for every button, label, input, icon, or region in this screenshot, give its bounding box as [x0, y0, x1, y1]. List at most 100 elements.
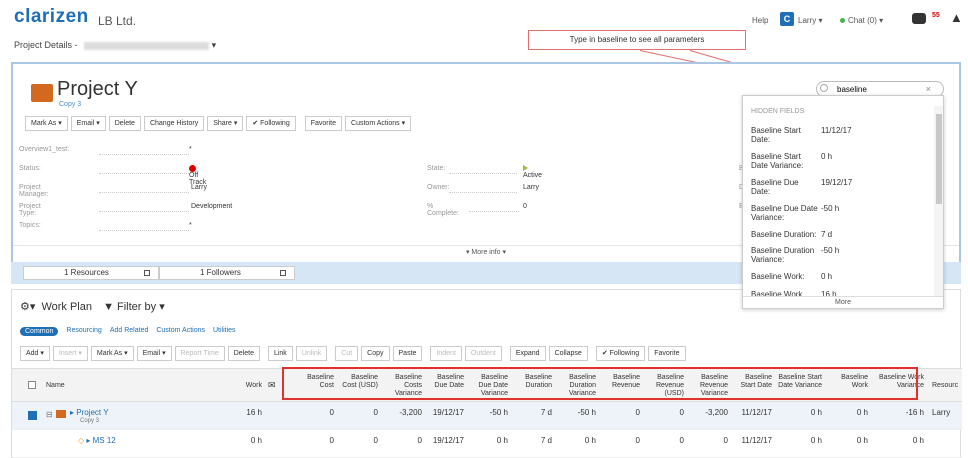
- mark-as-button[interactable]: Mark As ▾: [25, 116, 68, 131]
- grid-cell[interactable]: 19/12/17: [424, 408, 464, 417]
- grid-cell[interactable]: -50 h: [556, 408, 596, 417]
- select-all-checkbox[interactable]: [28, 381, 36, 389]
- favorite-button[interactable]: Favorite: [304, 116, 343, 131]
- column-resource[interactable]: Resourc: [932, 382, 958, 390]
- grid-cell[interactable]: -3,200: [382, 408, 422, 417]
- grid-cell[interactable]: 0: [294, 408, 334, 417]
- warning-icon[interactable]: ▲: [950, 10, 963, 25]
- delete-button[interactable]: Delete: [108, 116, 141, 131]
- grid-cell[interactable]: -3,200: [688, 408, 728, 417]
- tab-add-related[interactable]: Add Related: [110, 327, 149, 336]
- notifications-icon[interactable]: 55: [932, 12, 945, 26]
- toolbar-button[interactable]: Indent: [430, 346, 462, 361]
- more-link[interactable]: More: [743, 296, 943, 306]
- grid-cell[interactable]: 7 d: [512, 408, 552, 417]
- toolbar-button[interactable]: Mark As ▾: [90, 346, 134, 361]
- grid-cell[interactable]: 0: [338, 408, 378, 417]
- toolbar-button[interactable]: Insert ▾: [52, 346, 88, 361]
- grid-cell[interactable]: 11/12/17: [732, 436, 772, 445]
- grid-cell[interactable]: 0 h: [468, 436, 508, 445]
- toolbar-button[interactable]: ✔ Following: [595, 346, 646, 361]
- work-value[interactable]: 16 h: [222, 408, 262, 417]
- tab-resourcing[interactable]: Resourcing: [66, 327, 101, 336]
- grid-cell[interactable]: 0 h: [874, 436, 924, 445]
- column-work[interactable]: Work: [222, 382, 262, 390]
- following-button[interactable]: ✔ Following: [246, 116, 296, 131]
- user-avatar-icon[interactable]: C: [780, 12, 794, 26]
- table-row[interactable]: ◇ ▸ MS 12 0 h 0 0 0 19/12/17 0 h7 d0 h 0 0 0 11/…: [12, 430, 962, 458]
- grid-cell[interactable]: 0 h: [776, 408, 822, 417]
- field-input[interactable]: [99, 165, 189, 174]
- grid-cell[interactable]: 0: [338, 436, 378, 445]
- toolbar-button[interactable]: Expand: [509, 346, 546, 361]
- table-row[interactable]: ⊟ ▸ Project Y Copy 3 16 h Larry 0 0 -3,200…: [12, 402, 962, 430]
- search-input[interactable]: baseline: [837, 85, 867, 94]
- collapse-icon[interactable]: ⊟: [46, 410, 53, 419]
- tab-utilities[interactable]: Utilities: [213, 327, 236, 336]
- toolbar-button[interactable]: Unlink: [295, 346, 328, 361]
- toolbar-button[interactable]: Collapse: [548, 346, 588, 361]
- field-input[interactable]: [99, 203, 189, 212]
- share-button[interactable]: Share ▾: [207, 116, 244, 131]
- field-input[interactable]: [99, 184, 189, 193]
- grid-cell[interactable]: 7 d: [512, 436, 552, 445]
- change-history-button[interactable]: Change History: [143, 116, 205, 131]
- discussions-icon[interactable]: [912, 13, 926, 24]
- toolbar-button[interactable]: Link: [267, 346, 293, 361]
- toolbar-button[interactable]: Copy: [361, 346, 390, 361]
- grid-cell[interactable]: 0 h: [776, 436, 822, 445]
- breadcrumb[interactable]: Project Details - ▾: [14, 40, 216, 51]
- grid-cell[interactable]: 0: [600, 436, 640, 445]
- field-input[interactable]: [449, 184, 517, 193]
- filter-by-menu[interactable]: Filter by ▾: [117, 301, 165, 313]
- project-copy-link[interactable]: Copy 3: [59, 101, 81, 108]
- grid-cell[interactable]: 19/12/17: [424, 436, 464, 445]
- toolbar-button[interactable]: Report Time: [174, 346, 225, 361]
- toolbar-button[interactable]: Outdent: [464, 346, 502, 361]
- chevron-down-icon[interactable]: ▾: [212, 40, 217, 50]
- user-menu[interactable]: Larry ▾: [798, 16, 822, 25]
- field-input[interactable]: [449, 165, 517, 174]
- grid-cell[interactable]: 0: [600, 408, 640, 417]
- chat-menu[interactable]: Chat (0) ▾: [840, 16, 883, 25]
- grid-cell[interactable]: 0: [644, 436, 684, 445]
- task-name-link[interactable]: ◇ ▸ MS 12: [78, 436, 116, 445]
- help-link[interactable]: Help: [752, 16, 768, 25]
- toolbar-button[interactable]: Favorite: [648, 346, 686, 361]
- grid-cell[interactable]: 0: [688, 436, 728, 445]
- field-input[interactable]: [469, 203, 519, 212]
- toolbar-button[interactable]: Delete: [227, 346, 260, 361]
- work-value[interactable]: 0 h: [222, 436, 262, 445]
- row-checkbox[interactable]: [28, 411, 37, 420]
- grid-cell[interactable]: 0 h: [828, 408, 868, 417]
- task-name-link[interactable]: ▸ Project Y: [70, 408, 109, 417]
- tab-custom-actions[interactable]: Custom Actions: [156, 327, 205, 336]
- grid-cell[interactable]: 0: [294, 436, 334, 445]
- filter-icon[interactable]: ▼: [103, 301, 114, 313]
- toolbar-button[interactable]: Cut: [335, 346, 359, 361]
- toolbar-button[interactable]: Email ▾: [136, 346, 172, 361]
- grid-cell[interactable]: 0 h: [556, 436, 596, 445]
- column-name[interactable]: Name: [46, 382, 65, 390]
- resources-button[interactable]: 1 Resources: [23, 266, 159, 280]
- resource-value[interactable]: Larry: [932, 408, 950, 417]
- email-button[interactable]: Email ▾: [70, 116, 106, 131]
- toolbar-button[interactable]: Paste: [392, 346, 423, 361]
- clear-icon[interactable]: ×: [926, 84, 931, 94]
- grid-cell[interactable]: 0 h: [828, 436, 868, 445]
- grid-cell[interactable]: -50 h: [468, 408, 508, 417]
- toolbar-button[interactable]: Add ▾: [20, 346, 50, 361]
- clarizen-logo[interactable]: clarizen: [14, 6, 89, 28]
- scrollbar-thumb[interactable]: [936, 114, 942, 204]
- tab-common[interactable]: Common: [20, 327, 59, 336]
- grid-cell[interactable]: 0: [644, 408, 684, 417]
- custom-actions-button[interactable]: Custom Actions ▾: [345, 116, 412, 131]
- grid-cell[interactable]: -16 h: [874, 408, 924, 417]
- grid-cell[interactable]: 0: [382, 436, 422, 445]
- grid-cell[interactable]: 11/12/17: [732, 408, 772, 417]
- field-input[interactable]: [99, 222, 189, 231]
- settings-gear-icon[interactable]: ⚙▾: [20, 301, 35, 313]
- followers-button[interactable]: 1 Followers: [159, 266, 295, 280]
- field-input[interactable]: [99, 146, 189, 155]
- mail-icon[interactable]: ✉: [268, 381, 276, 390]
